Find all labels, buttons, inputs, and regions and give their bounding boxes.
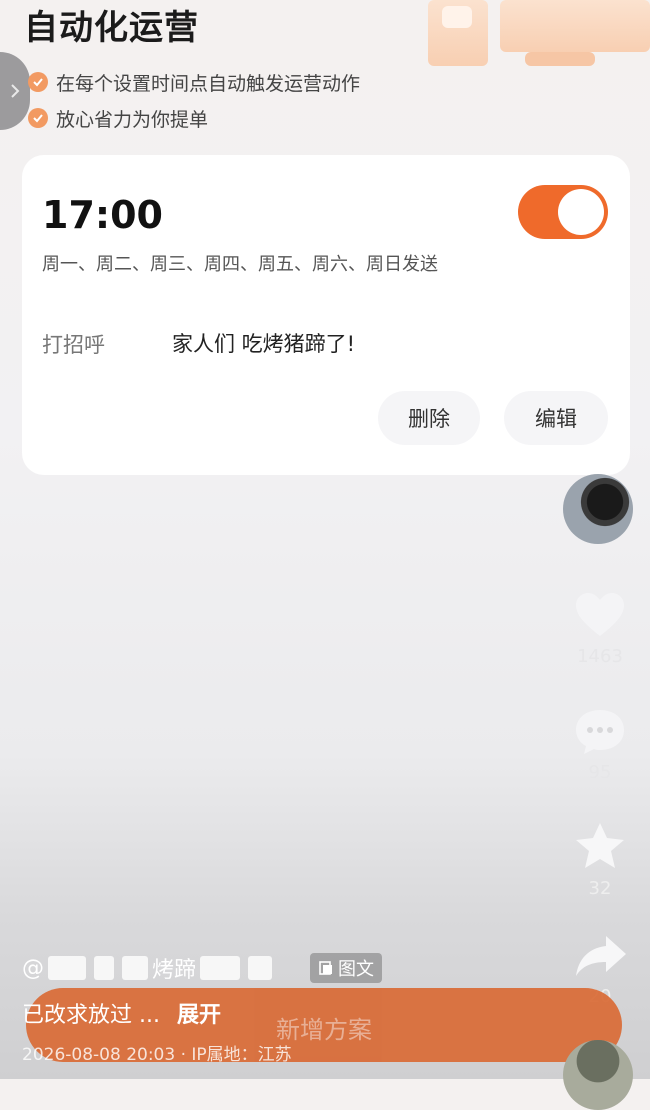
action-message: 家人们 吃烤猪蹄了! [172, 332, 356, 356]
author-avatar[interactable] [563, 474, 633, 544]
star-icon [576, 823, 624, 868]
edit-button[interactable]: 编辑 [504, 391, 608, 445]
feature-item: 在每个设置时间点自动触发运营动作 [28, 64, 360, 100]
caption-text: 已改求放过 ... [22, 1003, 160, 1028]
redacted-block [122, 956, 148, 980]
post-meta: 2026-08-08 20:03 · IP属地：江苏 [22, 1045, 292, 1065]
redacted-block [48, 956, 86, 980]
comment-icon [576, 710, 624, 754]
feature-list: 在每个设置时间点自动触发运营动作 放心省力为你提单 [28, 64, 360, 136]
feature-text: 在每个设置时间点自动触发运营动作 [56, 72, 361, 95]
check-circle-icon [28, 72, 48, 92]
comment-count: 95 [588, 762, 612, 783]
feature-text: 放心省力为你提单 [56, 108, 209, 131]
like-count: 1463 [577, 646, 623, 667]
heart-icon [576, 593, 624, 636]
redacted-block [248, 956, 273, 980]
feature-item: 放心省力为你提单 [28, 100, 360, 136]
expand-link[interactable]: 展开 [177, 1003, 221, 1028]
page-title: 自动化运营 [24, 8, 199, 48]
side-drawer-handle[interactable] [0, 52, 30, 130]
toggle-knob [558, 189, 604, 235]
favorite-count: 32 [588, 878, 612, 899]
schedule-days: 周一、周二、周三、周四、周五、周六、周日发送 [42, 254, 438, 275]
share-icon [576, 936, 626, 976]
redacted-block [94, 956, 114, 980]
like-button[interactable]: 1463 [570, 590, 630, 667]
comment-button[interactable]: 95 [570, 706, 630, 783]
schedule-time: 17:00 [42, 193, 163, 237]
hero-illustration [420, 0, 650, 70]
post-caption: 已改求放过 ... 展开 [22, 997, 221, 1029]
action-type-label: 打招呼 [42, 333, 105, 357]
redacted-block [200, 956, 241, 980]
check-circle-icon [28, 108, 48, 128]
music-disc[interactable] [563, 1040, 633, 1110]
schedule-toggle[interactable] [518, 185, 608, 239]
author-line[interactable]: @ 烤蹄 图文 [22, 952, 383, 984]
schedule-card: 17:00 周一、周二、周三、周四、周五、周六、周日发送 打招呼 家人们 吃烤猪… [22, 155, 630, 475]
post-type-label: 图文 [338, 959, 375, 980]
author-name-visible: 烤蹄 [152, 958, 197, 983]
chevron-right-icon [11, 84, 20, 98]
favorite-button[interactable]: 32 [570, 820, 630, 899]
delete-button[interactable]: 删除 [378, 391, 480, 445]
author-prefix: @ [22, 955, 44, 981]
image-text-icon [319, 961, 333, 975]
post-type-tag: 图文 [310, 953, 383, 983]
